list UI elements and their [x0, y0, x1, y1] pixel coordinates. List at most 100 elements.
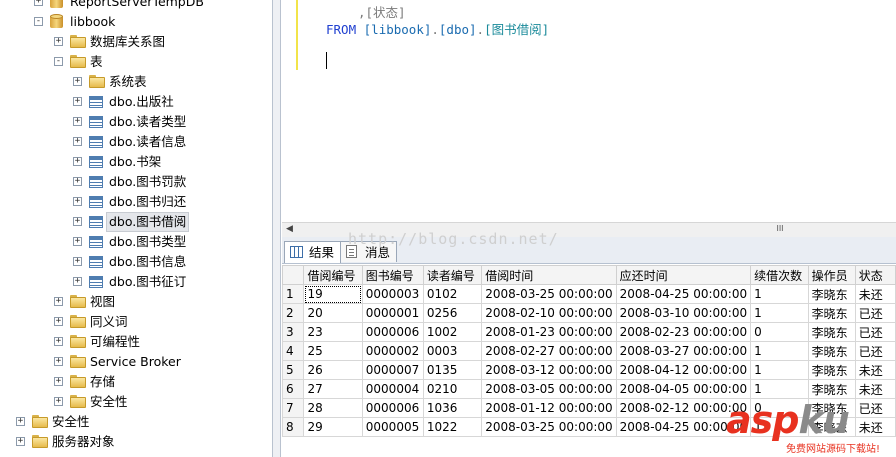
tree-item-label[interactable]: dbo.图书信息: [109, 252, 186, 272]
row-number[interactable]: 7: [281, 398, 305, 418]
column-header[interactable]: 借阅编号: [303, 265, 363, 285]
grid-cell[interactable]: 0003: [422, 341, 483, 361]
row-number[interactable]: 6: [281, 379, 305, 399]
grid-cell[interactable]: 1: [750, 303, 809, 323]
grid-cell[interactable]: 0256: [422, 303, 483, 323]
tree-item[interactable]: + dbo.读者信息: [0, 132, 272, 152]
expand-icon[interactable]: +: [73, 237, 82, 246]
grid-cell[interactable]: 0000007: [361, 360, 424, 380]
grid-cell[interactable]: 1002: [422, 322, 483, 342]
grid-cell[interactable]: 未还: [854, 379, 896, 399]
tree-item-label[interactable]: dbo.图书借阅: [106, 212, 190, 232]
tree-item-label[interactable]: dbo.书架: [109, 152, 161, 172]
tree-item[interactable]: -表: [0, 52, 272, 72]
grid-cell[interactable]: 1: [750, 379, 809, 399]
grid-cell[interactable]: 27: [303, 379, 363, 399]
grid-cell[interactable]: 已还: [854, 322, 896, 342]
tree-item-label[interactable]: 同义词: [90, 312, 128, 332]
grid-cell[interactable]: 李晓东: [807, 322, 856, 342]
grid-cell[interactable]: 1022: [422, 417, 483, 437]
grid-cell[interactable]: 2008-03-10 00:00:00: [615, 303, 752, 323]
grid-cell[interactable]: 2008-03-25 00:00:00: [481, 284, 617, 304]
grid-cell[interactable]: 2008-04-05 00:00:00: [615, 379, 752, 399]
tree-item-label[interactable]: 服务器对象: [52, 432, 115, 452]
tree-item-label[interactable]: dbo.图书罚款: [109, 172, 186, 192]
tree-item[interactable]: + ReportServerTempDB: [0, 0, 272, 12]
grid-cell[interactable]: 20: [303, 303, 363, 323]
grid-cell[interactable]: 1: [750, 284, 809, 304]
expand-icon[interactable]: +: [54, 397, 63, 406]
tree-item[interactable]: + dbo.图书征订: [0, 272, 272, 292]
table-row[interactable]: 4 25 0000002 0003 2008-02-27 00:00:00 2008-03…: [281, 341, 896, 361]
expand-icon[interactable]: +: [73, 137, 82, 146]
collapse-icon[interactable]: -: [34, 17, 43, 26]
grid-cell[interactable]: 0000006: [361, 398, 424, 418]
splitter[interactable]: [272, 0, 281, 457]
grid-cell[interactable]: 2008-04-12 00:00:00: [615, 360, 752, 380]
row-number[interactable]: 8: [281, 417, 305, 437]
grid-cell[interactable]: 2008-02-10 00:00:00: [481, 303, 617, 323]
tree-item-label[interactable]: 视图: [90, 292, 115, 312]
grid-cell[interactable]: 1: [750, 341, 809, 361]
tree-item[interactable]: + dbo.读者类型: [0, 112, 272, 132]
tree-item[interactable]: + 存储: [0, 372, 272, 392]
grid-cell[interactable]: 2008-04-25 00:00:00: [615, 284, 752, 304]
grid-cell[interactable]: 已还: [854, 303, 896, 323]
expand-icon[interactable]: +: [73, 97, 82, 106]
grid-cell[interactable]: 李晓东: [807, 341, 856, 361]
collapse-icon[interactable]: -: [54, 57, 63, 66]
grid-cell[interactable]: 李晓东: [807, 360, 856, 380]
tree-item[interactable]: + dbo.图书信息: [0, 252, 272, 272]
expand-icon[interactable]: +: [34, 0, 43, 6]
grid-cell[interactable]: 李晓东: [807, 284, 856, 304]
grid-cell[interactable]: 未还: [854, 360, 896, 380]
row-number[interactable]: 4: [281, 341, 305, 361]
tree-item-label[interactable]: dbo.读者类型: [109, 112, 186, 132]
expand-icon[interactable]: +: [73, 177, 82, 186]
grid-cell[interactable]: 28: [303, 398, 363, 418]
tree-item[interactable]: + 同义词: [0, 312, 272, 332]
grid-cell[interactable]: 0000005: [361, 417, 424, 437]
grid-cell[interactable]: 李晓东: [807, 379, 856, 399]
expand-icon[interactable]: +: [54, 377, 63, 386]
tree-item-label[interactable]: dbo.读者信息: [109, 132, 186, 152]
tree-item[interactable]: + 可编程性: [0, 332, 272, 352]
grid-cell[interactable]: 0: [750, 322, 809, 342]
row-number[interactable]: 2: [281, 303, 305, 323]
column-header[interactable]: 操作员: [807, 265, 856, 285]
tree-item[interactable]: + dbo.出版社: [0, 92, 272, 112]
tree-item[interactable]: + dbo.图书罚款: [0, 172, 272, 192]
tree-item[interactable]: + 服务器对象: [0, 432, 272, 452]
tree-item-label[interactable]: 存储: [90, 372, 115, 392]
grid-cell[interactable]: 1: [750, 360, 809, 380]
row-number[interactable]: 3: [281, 322, 305, 342]
row-number[interactable]: 1: [281, 284, 305, 304]
expand-icon[interactable]: +: [73, 197, 82, 206]
grid-cell[interactable]: 2008-03-27 00:00:00: [615, 341, 752, 361]
grid-cell[interactable]: 2008-01-12 00:00:00: [481, 398, 617, 418]
tree-item[interactable]: + 安全性: [0, 392, 272, 412]
tree-item-label[interactable]: 安全性: [52, 412, 90, 432]
grid-cell[interactable]: 0000004: [361, 379, 424, 399]
grid-cell[interactable]: 0135: [422, 360, 483, 380]
tree-item[interactable]: + dbo.图书类型: [0, 232, 272, 252]
column-header[interactable]: 图书编号: [361, 265, 424, 285]
grid-cell[interactable]: 0000003: [361, 284, 424, 304]
grid-cell[interactable]: 29: [303, 417, 363, 437]
expand-icon[interactable]: +: [54, 37, 63, 46]
column-header[interactable]: 读者编号: [422, 265, 483, 285]
expand-icon[interactable]: +: [73, 157, 82, 166]
expand-icon[interactable]: +: [54, 357, 63, 366]
grid-cell[interactable]: 0000002: [361, 341, 424, 361]
grid-cell[interactable]: 2008-02-27 00:00:00: [481, 341, 617, 361]
tree-item-label[interactable]: dbo.图书征订: [109, 272, 186, 292]
tree-item-label[interactable]: 可编程性: [90, 332, 140, 352]
grid-cell[interactable]: 未还: [854, 284, 896, 304]
column-header[interactable]: 借阅时间: [481, 265, 617, 285]
row-number[interactable]: 5: [281, 360, 305, 380]
column-header[interactable]: 应还时间: [615, 265, 752, 285]
tree-item[interactable]: - libbook: [0, 12, 272, 32]
tree-item-label[interactable]: dbo.图书归还: [109, 192, 186, 212]
table-row[interactable]: 5 26 0000007 0135 2008-03-12 00:00:00 2008-04…: [281, 360, 896, 380]
table-row[interactable]: 3 23 0000006 1002 2008-01-23 00:00:00 2008-02…: [281, 322, 896, 342]
